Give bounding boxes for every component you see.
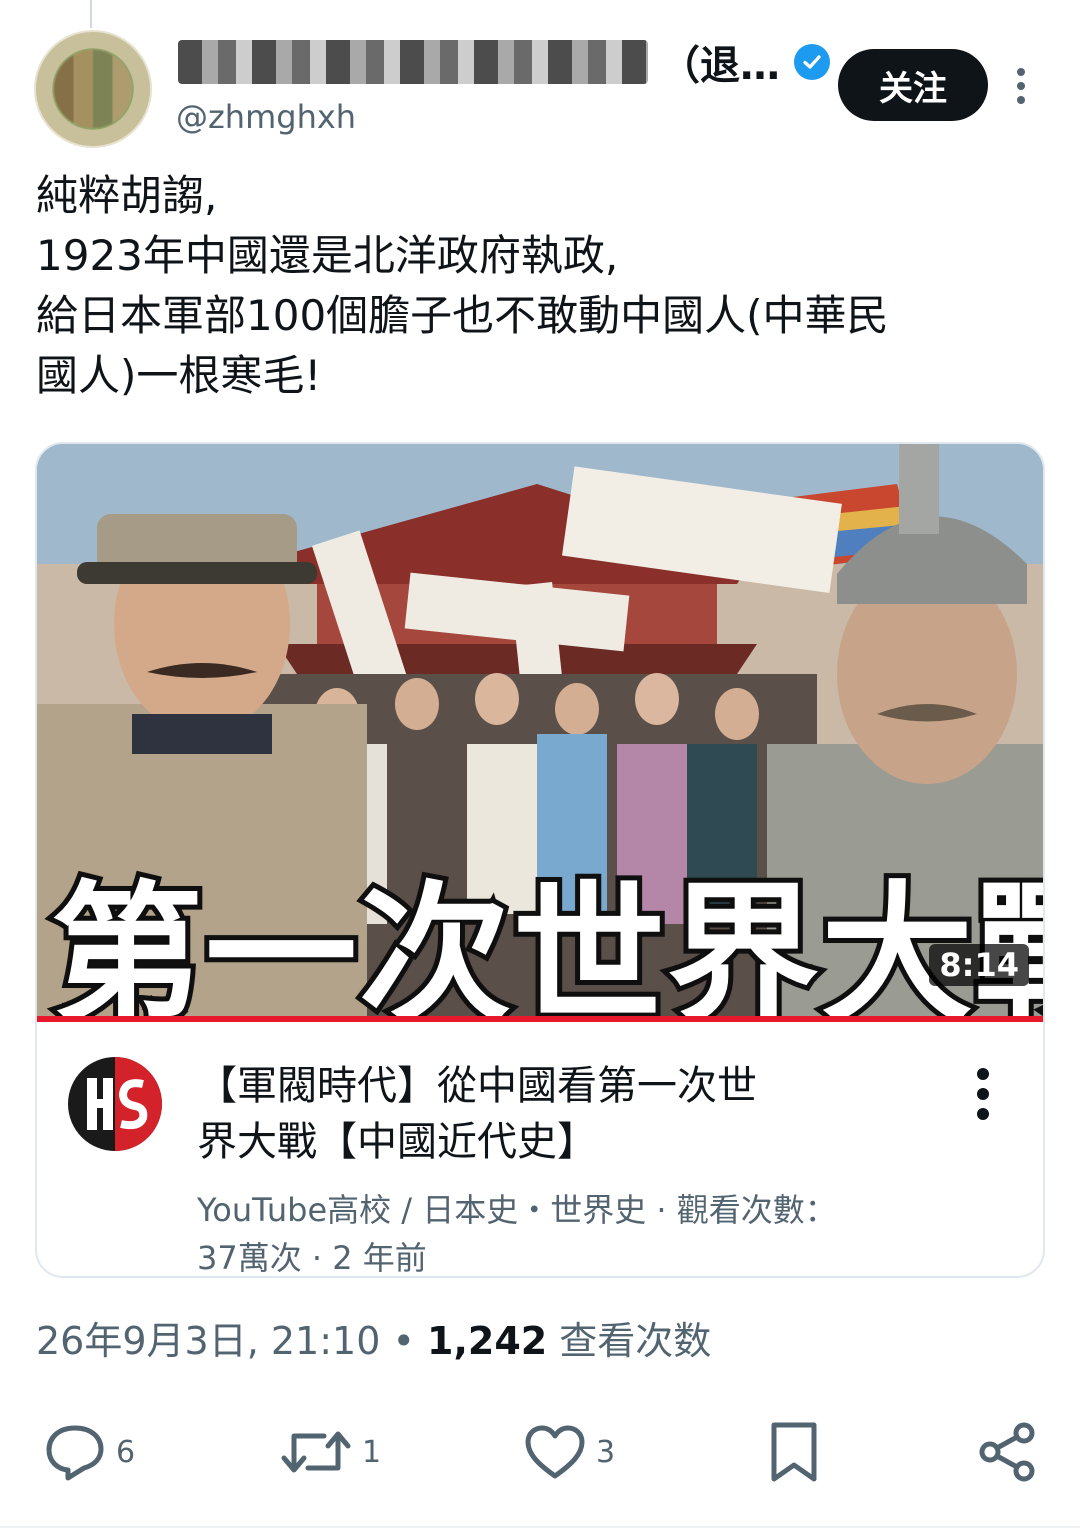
thread-line bbox=[90, 0, 92, 28]
channel-logo-icon[interactable] bbox=[67, 1056, 163, 1152]
video-meta-line: 37萬次 · 2 年前 bbox=[197, 1239, 427, 1277]
youtube-link-card[interactable]: 第一次世界大戰 8:14 【軍閥時代】從中國看第一次世 界大戰【中國近代史】 Y… bbox=[35, 442, 1045, 1278]
like-button[interactable]: 3 bbox=[524, 1420, 615, 1484]
timestamp-row: 26年9月3日, 21:10 • 1,242 查看次数 bbox=[36, 1310, 711, 1365]
tweet-line: 給日本軍部100個膽子也不敢動中國人(中華民 bbox=[36, 291, 889, 340]
display-name-suffix: （退… bbox=[660, 43, 780, 89]
share-icon bbox=[979, 1422, 1035, 1482]
post-datetime[interactable]: 26年9月3日, 21:10 bbox=[36, 1319, 380, 1363]
retweet-button[interactable]: 1 bbox=[280, 1420, 381, 1484]
separator-dot: • bbox=[392, 1319, 415, 1363]
video-duration: 8:14 bbox=[929, 944, 1029, 986]
video-title-line: 【軍閥時代】從中國看第一次世 bbox=[197, 1063, 757, 1109]
tweet-page: （退… @zhmghxh 关注 純粹胡謅, 1923年中國還是北洋政府執政, 給… bbox=[0, 0, 1080, 1528]
display-name[interactable]: （退… bbox=[178, 34, 830, 90]
views-count: 1,242 bbox=[427, 1319, 548, 1363]
video-title[interactable]: 【軍閥時代】從中國看第一次世 界大戰【中國近代史】 bbox=[197, 1058, 897, 1170]
reply-button[interactable]: 6 bbox=[44, 1420, 135, 1484]
redacted-name bbox=[178, 40, 648, 84]
follow-button[interactable]: 关注 bbox=[838, 49, 988, 121]
share-button[interactable] bbox=[976, 1420, 1040, 1484]
views-label: 查看次数 bbox=[559, 1319, 712, 1363]
tweet-line: 純粹胡謅, bbox=[36, 171, 218, 220]
heart-icon bbox=[525, 1425, 585, 1479]
card-body[interactable]: 【軍閥時代】從中國看第一次世 界大戰【中國近代史】 YouTube高校 / 日本… bbox=[37, 1022, 1043, 1277]
thumbnail-title-text: 第一次世界大戰 bbox=[46, 862, 1043, 1016]
like-count: 3 bbox=[596, 1434, 616, 1470]
reply-count: 6 bbox=[116, 1434, 136, 1470]
bookmark-icon bbox=[771, 1422, 817, 1482]
verified-badge-icon bbox=[794, 44, 830, 80]
video-meta-line: YouTube高校 / 日本史・世界史 · 觀看次數： bbox=[197, 1191, 837, 1229]
more-options-icon[interactable] bbox=[1008, 64, 1034, 108]
video-meta: YouTube高校 / 日本史・世界史 · 觀看次數： 37萬次 · 2 年前 bbox=[197, 1186, 957, 1277]
avatar[interactable] bbox=[34, 30, 152, 148]
retweet-count: 1 bbox=[362, 1434, 382, 1470]
video-thumbnail[interactable]: 第一次世界大戰 8:14 bbox=[37, 444, 1043, 1016]
tweet-text: 純粹胡謅, 1923年中國還是北洋政府執政, 給日本軍部100個膽子也不敢動中國… bbox=[36, 166, 1036, 406]
reply-icon bbox=[46, 1425, 104, 1481]
tweet-line: 1923年中國還是北洋政府執政, bbox=[36, 231, 619, 280]
card-more-options-icon[interactable] bbox=[971, 1066, 995, 1130]
user-handle[interactable]: @zhmghxh bbox=[176, 98, 356, 136]
retweet-icon bbox=[281, 1431, 351, 1473]
video-title-line: 界大戰【中國近代史】 bbox=[197, 1119, 597, 1165]
tweet-line: 國人)一根寒毛! bbox=[36, 351, 322, 400]
bookmark-button[interactable] bbox=[768, 1420, 820, 1484]
